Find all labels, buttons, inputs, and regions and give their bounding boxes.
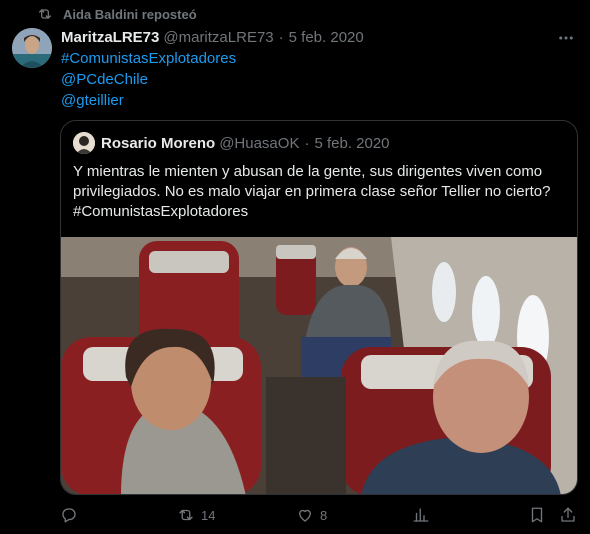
separator-dot: · — [278, 28, 284, 46]
mention-link-pcdechile[interactable]: @PCdeChile — [61, 69, 236, 90]
repost-button[interactable]: 14 — [177, 505, 215, 525]
tweet-date[interactable]: 5 feb. 2020 — [289, 29, 364, 46]
author-avatar[interactable] — [12, 28, 52, 68]
heart-icon — [299, 509, 311, 522]
action-bar: 14 8 — [0, 502, 590, 528]
repost-indicator: Aida Baldini reposteó — [37, 4, 197, 24]
repost-icon — [39, 9, 51, 19]
author-handle[interactable]: @maritzaLRE73 — [163, 29, 273, 46]
mention-link-gteillier[interactable]: @gteillier — [61, 90, 236, 111]
reply-icon — [62, 508, 76, 523]
repost-icon — [179, 509, 193, 521]
airplane-cabin-photo[interactable] — [61, 237, 577, 494]
tweet-header: MaritzaLRE73 @maritzaLRE73 · 5 feb. 2020 — [61, 27, 364, 47]
quoted-author-name: Rosario Moreno — [101, 134, 216, 152]
hashtag-link[interactable]: #ComunistasExplotadores — [61, 48, 236, 69]
quoted-tweet-body: Y mientras le mienten y abusan de la gen… — [73, 163, 551, 200]
quoted-author-handle: @HuasaOK — [219, 134, 300, 152]
quoted-tweet-header: Rosario Moreno @HuasaOK · 5 feb. 2020 — [73, 132, 390, 154]
more-options-icon[interactable] — [556, 28, 576, 48]
quoted-tweet[interactable]: Rosario Moreno @HuasaOK · 5 feb. 2020 Y … — [60, 120, 578, 495]
like-count: 8 — [320, 507, 328, 523]
author-name[interactable]: MaritzaLRE73 — [61, 29, 159, 46]
like-button[interactable]: 8 — [296, 505, 327, 525]
bookmark-button[interactable] — [528, 505, 546, 525]
bookmark-icon — [531, 507, 543, 523]
quoted-author-avatar — [73, 132, 95, 154]
views-button[interactable] — [412, 505, 430, 525]
quoted-tweet-text: Y mientras le mienten y abusan de la gen… — [73, 162, 567, 222]
share-button[interactable] — [559, 505, 577, 525]
repost-count: 14 — [201, 507, 216, 523]
tweet-text: #ComunistasExplotadores @PCdeChile @gtei… — [61, 48, 236, 111]
repost-text[interactable]: Aida Baldini reposteó — [63, 7, 197, 22]
quoted-tweet-date: 5 feb. 2020 — [314, 134, 390, 152]
reply-button[interactable] — [60, 505, 78, 525]
quoted-hashtag: #ComunistasExplotadores — [73, 203, 249, 220]
views-icon — [413, 508, 429, 522]
separator-dot: · — [304, 134, 310, 152]
share-icon — [561, 507, 575, 522]
